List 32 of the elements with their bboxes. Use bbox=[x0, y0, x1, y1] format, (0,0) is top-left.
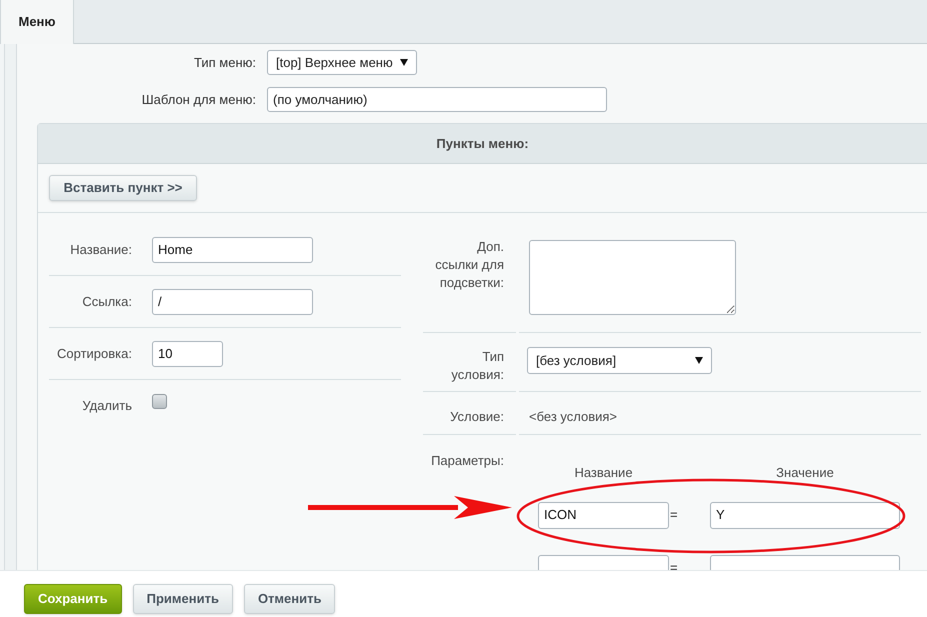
input-field[interactable]: Y bbox=[710, 502, 900, 528]
column-header: Значение bbox=[775, 464, 835, 482]
tab[interactable]: Меню bbox=[0, 0, 74, 44]
checkbox[interactable] bbox=[152, 394, 167, 409]
field-label: Название: bbox=[69, 241, 132, 259]
caret-icon bbox=[400, 59, 408, 66]
field-label: Сортировка: bbox=[56, 345, 132, 363]
field-label: Тип условия: bbox=[450, 348, 504, 384]
input-field[interactable]: ICON bbox=[538, 502, 669, 528]
action-button[interactable]: Применить bbox=[132, 584, 233, 614]
equals-sign: = bbox=[669, 506, 679, 524]
input-field[interactable]: Home bbox=[152, 237, 313, 263]
field-label: Условие: bbox=[449, 408, 504, 426]
condition-value: <без условия> bbox=[529, 409, 618, 424]
insert-item-button[interactable]: Вставить пункт >> bbox=[49, 175, 197, 201]
field-label: Тип меню: bbox=[193, 54, 256, 72]
field-label: Ссылка: bbox=[81, 293, 132, 311]
condition-select[interactable]: [без условия] bbox=[527, 347, 712, 374]
panel-title: Пункты меню: bbox=[436, 134, 529, 153]
field-label: Параметры: bbox=[430, 452, 504, 470]
field-label: Доп. ссылки для подсветки: bbox=[434, 238, 504, 292]
template-field[interactable]: (по умолчанию) bbox=[267, 87, 607, 112]
input-field[interactable]: / bbox=[152, 289, 313, 315]
column-header: Название bbox=[573, 464, 634, 482]
action-button[interactable]: Отменить bbox=[244, 584, 336, 614]
text-area[interactable] bbox=[529, 240, 736, 315]
field-label: Шаблон для меню: bbox=[140, 90, 256, 109]
menu-type-select[interactable]: [top] Верхнее меню bbox=[267, 50, 417, 75]
input-field[interactable]: 10 bbox=[152, 341, 223, 367]
equals-sign: = bbox=[669, 559, 679, 570]
caret-icon bbox=[695, 357, 703, 364]
field-label: Удалить bbox=[81, 397, 132, 415]
